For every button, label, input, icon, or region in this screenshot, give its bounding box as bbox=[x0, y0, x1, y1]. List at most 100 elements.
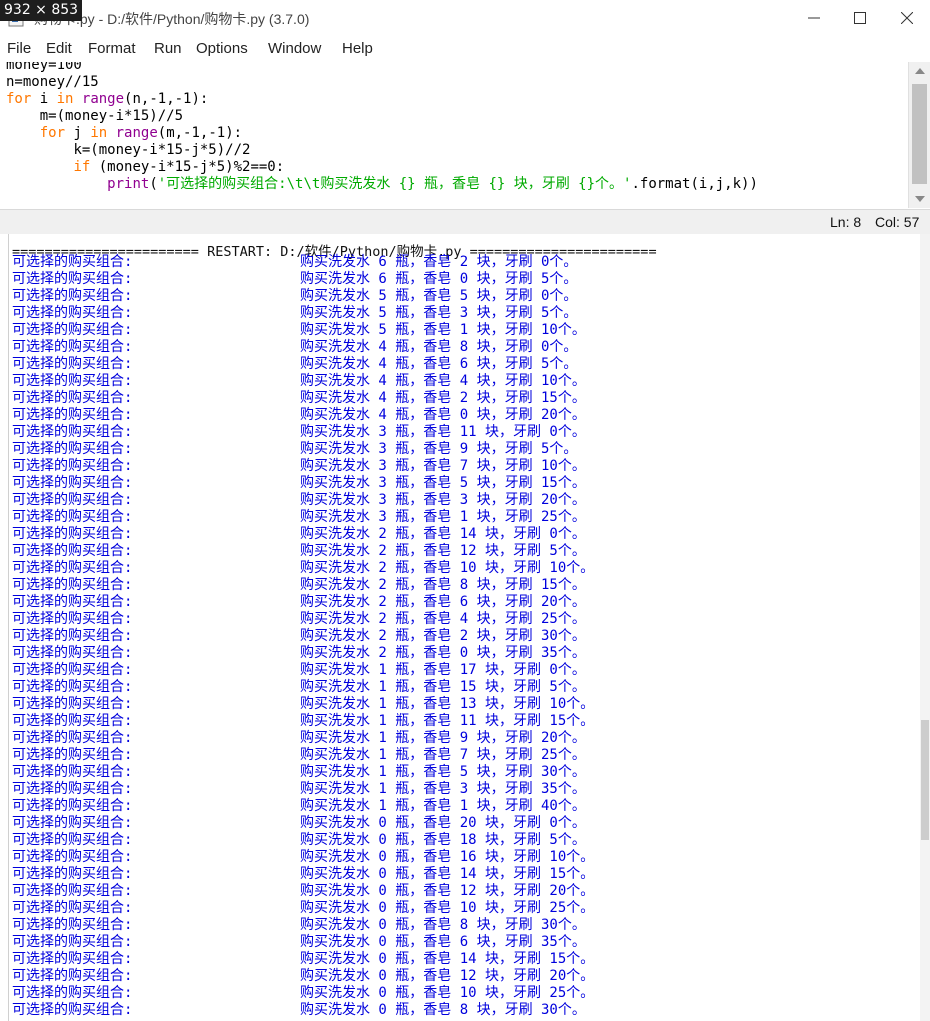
output-label: 可选择的购买组合: bbox=[12, 968, 133, 984]
close-button[interactable] bbox=[884, 0, 930, 36]
code-line: money=100 bbox=[6, 62, 82, 73]
output-text: 购买洗发水 2 瓶，香皂 8 块，牙刷 15个。 bbox=[300, 577, 586, 593]
output-text: 购买洗发水 2 瓶，香皂 0 块，牙刷 35个。 bbox=[300, 645, 586, 661]
output-label: 可选择的购买组合: bbox=[12, 696, 133, 712]
code-line: for j in range(m,-1,-1): bbox=[39, 125, 243, 141]
output-text: 购买洗发水 0 瓶，香皂 14 块，牙刷 15个。 bbox=[300, 951, 595, 967]
output-text: 购买洗发水 3 瓶，香皂 7 块，牙刷 10个。 bbox=[300, 458, 586, 474]
output-text: 购买洗发水 1 瓶，香皂 17 块，牙刷 0个。 bbox=[300, 662, 586, 678]
output-text: 购买洗发水 0 瓶，香皂 18 块，牙刷 5个。 bbox=[300, 832, 586, 848]
output-text: 购买洗发水 0 瓶，香皂 10 块，牙刷 25个。 bbox=[300, 900, 595, 916]
shell-scrollbar[interactable] bbox=[920, 234, 930, 1021]
output-label: 可选择的购买组合: bbox=[12, 543, 133, 559]
output-label: 可选择的购买组合: bbox=[12, 356, 133, 372]
output-label: 可选择的购买组合: bbox=[12, 594, 133, 610]
output-text: 购买洗发水 4 瓶，香皂 8 块，牙刷 0个。 bbox=[300, 339, 578, 355]
menu-help[interactable]: Help bbox=[342, 40, 373, 57]
maximize-icon bbox=[854, 12, 866, 24]
output-label: 可选择的购买组合: bbox=[12, 645, 133, 661]
shell-divider bbox=[8, 234, 9, 1021]
scroll-up-icon[interactable] bbox=[915, 68, 925, 74]
editor-scroll-thumb[interactable] bbox=[912, 84, 927, 184]
code-line: if (money-i*15-j*5)%2==0: bbox=[73, 159, 285, 175]
editor-scrollbar[interactable] bbox=[908, 62, 930, 208]
output-label: 可选择的购买组合: bbox=[12, 849, 133, 865]
output-text: 购买洗发水 1 瓶，香皂 9 块，牙刷 20个。 bbox=[300, 730, 586, 746]
output-label: 可选择的购买组合: bbox=[12, 900, 133, 916]
output-label: 可选择的购买组合: bbox=[12, 577, 133, 593]
output-text: 购买洗发水 1 瓶，香皂 7 块，牙刷 25个。 bbox=[300, 747, 586, 763]
output-text: 购买洗发水 3 瓶，香皂 9 块，牙刷 5个。 bbox=[300, 441, 578, 457]
output-text: 购买洗发水 1 瓶，香皂 5 块，牙刷 30个。 bbox=[300, 764, 586, 780]
minimize-icon bbox=[808, 17, 820, 19]
output-label: 可选择的购买组合: bbox=[12, 492, 133, 508]
code-editor[interactable]: money=100 n=money//15 for i in range(n,-1,… bbox=[0, 62, 908, 208]
output-label: 可选择的购买组合: bbox=[12, 271, 133, 287]
output-label: 可选择的购买组合: bbox=[12, 1002, 133, 1018]
output-text: 购买洗发水 0 瓶，香皂 20 块，牙刷 0个。 bbox=[300, 815, 586, 831]
maximize-button[interactable] bbox=[837, 0, 883, 36]
output-text: 购买洗发水 0 瓶，香皂 12 块，牙刷 20个。 bbox=[300, 968, 595, 984]
output-text: 购买洗发水 1 瓶，香皂 13 块，牙刷 10个。 bbox=[300, 696, 595, 712]
output-text: 购买洗发水 3 瓶，香皂 3 块，牙刷 20个。 bbox=[300, 492, 586, 508]
output-label: 可选择的购买组合: bbox=[12, 951, 133, 967]
menu-window[interactable]: Window bbox=[268, 40, 321, 57]
menu-bar: File Edit Format Run Options Window Help bbox=[0, 36, 930, 63]
output-label: 可选择的购买组合: bbox=[12, 730, 133, 746]
output-text: 购买洗发水 0 瓶，香皂 14 块，牙刷 15个。 bbox=[300, 866, 595, 882]
line-number: Ln: 8 bbox=[830, 214, 862, 230]
output-text: 购买洗发水 5 瓶，香皂 5 块，牙刷 0个。 bbox=[300, 288, 578, 304]
menu-options[interactable]: Options bbox=[196, 40, 248, 57]
output-label: 可选择的购买组合: bbox=[12, 866, 133, 882]
code-line: n=money//15 bbox=[6, 74, 99, 90]
menu-run[interactable]: Run bbox=[154, 40, 182, 57]
output-text: 购买洗发水 4 瓶，香皂 0 块，牙刷 20个。 bbox=[300, 407, 586, 423]
title-bar: 购物卡.py - D:/软件/Python/购物卡.py (3.7.0) 932… bbox=[0, 0, 930, 36]
output-label: 可选择的购买组合: bbox=[12, 815, 133, 831]
output-label: 可选择的购买组合: bbox=[12, 475, 133, 491]
output-label: 可选择的购买组合: bbox=[12, 917, 133, 933]
column-number: Col: 57 bbox=[875, 214, 920, 230]
output-label: 可选择的购买组合: bbox=[12, 781, 133, 797]
output-label: 可选择的购买组合: bbox=[12, 441, 133, 457]
output-label: 可选择的购买组合: bbox=[12, 373, 133, 389]
output-text: 购买洗发水 2 瓶，香皂 10 块，牙刷 10个。 bbox=[300, 560, 595, 576]
output-label: 可选择的购买组合: bbox=[12, 509, 133, 525]
output-text: 购买洗发水 3 瓶，香皂 11 块，牙刷 0个。 bbox=[300, 424, 586, 440]
output-label: 可选择的购买组合: bbox=[12, 628, 133, 644]
menu-file[interactable]: File bbox=[7, 40, 31, 57]
output-label: 可选择的购买组合: bbox=[12, 288, 133, 304]
output-text: 购买洗发水 2 瓶，香皂 6 块，牙刷 20个。 bbox=[300, 594, 586, 610]
scroll-down-icon[interactable] bbox=[915, 196, 925, 202]
shell-output[interactable]: ======================= RESTART: D:/软件/P… bbox=[0, 234, 920, 1021]
output-label: 可选择的购买组合: bbox=[12, 424, 133, 440]
status-bar: Ln: 8 Col: 57 bbox=[0, 209, 930, 235]
output-label: 可选择的购买组合: bbox=[12, 934, 133, 950]
minimize-button[interactable] bbox=[791, 0, 837, 36]
shell-scroll-thumb[interactable] bbox=[921, 720, 929, 840]
output-text: 购买洗发水 1 瓶，香皂 3 块，牙刷 35个。 bbox=[300, 781, 586, 797]
code-line: for i in range(n,-1,-1): bbox=[6, 91, 209, 107]
output-label: 可选择的购买组合: bbox=[12, 407, 133, 423]
size-badge: 932 × 853 bbox=[0, 0, 83, 21]
output-text: 购买洗发水 2 瓶，香皂 4 块，牙刷 25个。 bbox=[300, 611, 586, 627]
output-text: 购买洗发水 2 瓶，香皂 12 块，牙刷 5个。 bbox=[300, 543, 586, 559]
output-label: 可选择的购买组合: bbox=[12, 985, 133, 1001]
code-line: print('可选择的购买组合:\t\t购买洗发水 {} 瓶，香皂 {} 块，牙… bbox=[107, 176, 758, 192]
output-text: 购买洗发水 3 瓶，香皂 5 块，牙刷 15个。 bbox=[300, 475, 586, 491]
output-text: 购买洗发水 0 瓶，香皂 10 块，牙刷 25个。 bbox=[300, 985, 595, 1001]
output-text: 购买洗发水 5 瓶，香皂 3 块，牙刷 5个。 bbox=[300, 305, 578, 321]
menu-edit[interactable]: Edit bbox=[46, 40, 72, 57]
output-label: 可选择的购买组合: bbox=[12, 254, 133, 270]
output-text: 购买洗发水 1 瓶，香皂 15 块，牙刷 5个。 bbox=[300, 679, 586, 695]
menu-format[interactable]: Format bbox=[88, 40, 136, 57]
output-label: 可选择的购买组合: bbox=[12, 747, 133, 763]
output-label: 可选择的购买组合: bbox=[12, 526, 133, 542]
output-text: 购买洗发水 6 瓶，香皂 0 块，牙刷 5个。 bbox=[300, 271, 578, 287]
output-label: 可选择的购买组合: bbox=[12, 322, 133, 338]
output-text: 购买洗发水 0 瓶，香皂 6 块，牙刷 35个。 bbox=[300, 934, 586, 950]
output-text: 购买洗发水 2 瓶，香皂 14 块，牙刷 0个。 bbox=[300, 526, 586, 542]
output-label: 可选择的购买组合: bbox=[12, 713, 133, 729]
output-text: 购买洗发水 2 瓶，香皂 2 块，牙刷 30个。 bbox=[300, 628, 586, 644]
code-line: m=(money-i*15)//5 bbox=[39, 108, 184, 124]
